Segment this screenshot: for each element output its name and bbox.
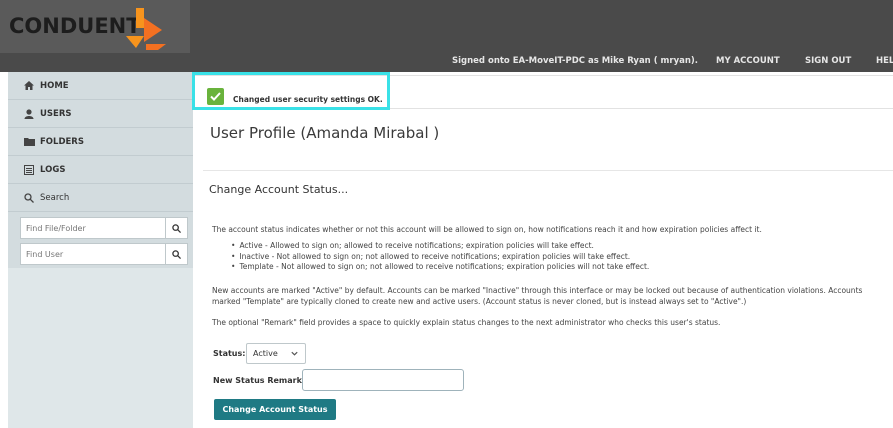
sidebar-filler [8, 268, 193, 428]
brand-logo-text: CONDUENT [9, 14, 141, 38]
magnifier-icon [172, 223, 181, 233]
home-icon [22, 81, 36, 90]
find-file-input[interactable] [21, 218, 165, 238]
change-account-status-button[interactable]: Change Account Status [214, 399, 336, 420]
sidebar-item-logs[interactable]: LOGS [8, 156, 193, 184]
list-item: Inactive - Not allowed to sign on; not a… [231, 252, 649, 263]
sidebar-item-label: LOGS [40, 164, 66, 175]
folder-icon [22, 137, 36, 146]
search-area [8, 212, 193, 273]
logo-area: CONDUENT [0, 0, 190, 53]
help-link[interactable]: HEL [876, 56, 893, 66]
section-title: Change Account Status... [209, 183, 349, 196]
intro-paragraph: The account status indicates whether or … [212, 225, 762, 234]
page-title: User Profile (Amanda Mirabal ) [210, 124, 440, 142]
list-item: Active - Allowed to sign on; allowed to … [231, 241, 649, 252]
search-label: Search [40, 192, 70, 203]
search-section-header: Search [8, 184, 193, 212]
remark-paragraph: The optional "Remark" field provides a s… [212, 318, 721, 327]
status-remark-input[interactable] [302, 369, 464, 391]
logs-icon [22, 164, 36, 175]
find-user-field [20, 243, 188, 265]
remark-label: New Status Remark: [213, 376, 306, 385]
divider [203, 170, 893, 171]
list-item: Template - Not allowed to sign on; not a… [231, 262, 649, 273]
chevron-down-icon [291, 351, 298, 356]
find-user-search-button[interactable] [165, 244, 187, 264]
magnifier-icon [172, 249, 181, 259]
sign-out-link[interactable]: SIGN OUT [805, 56, 851, 66]
status-selected-value: Active [253, 349, 278, 358]
sidebar-item-home[interactable]: HOME [8, 72, 193, 100]
signed-on-text: Signed onto EA-MoveIT-PDC as Mike Ryan (… [452, 56, 699, 66]
my-account-link[interactable]: MY ACCOUNT [716, 56, 780, 66]
status-select[interactable]: Active [246, 343, 306, 364]
sidebar-item-folders[interactable]: FOLDERS [8, 128, 193, 156]
main-content: Changed user security settings OK. User … [192, 72, 893, 428]
default-status-paragraph: New accounts are marked "Active" by defa… [212, 286, 863, 306]
find-file-field [20, 217, 188, 239]
sidebar-item-label: FOLDERS [40, 136, 84, 147]
top-header: CONDUENT Signed onto EA-MoveIT-PDC as Mi… [0, 0, 893, 72]
user-icon [22, 108, 36, 119]
search-icon [22, 192, 36, 203]
sidebar-item-label: USERS [40, 108, 72, 119]
find-file-search-button[interactable] [165, 218, 187, 238]
sidebar-item-users[interactable]: USERS [8, 100, 193, 128]
alert-highlight-box [192, 72, 390, 110]
find-user-input[interactable] [21, 244, 165, 264]
brand-logo-mark-icon [126, 8, 166, 50]
status-bullet-list: Active - Allowed to sign on; allowed to … [231, 241, 649, 273]
sidebar: HOME USERS FOLDERS LOGS Search [0, 72, 193, 428]
status-label: Status: [213, 349, 246, 358]
top-nav: Signed onto EA-MoveIT-PDC as Mike Ryan (… [0, 53, 893, 72]
sidebar-item-label: HOME [40, 80, 69, 91]
